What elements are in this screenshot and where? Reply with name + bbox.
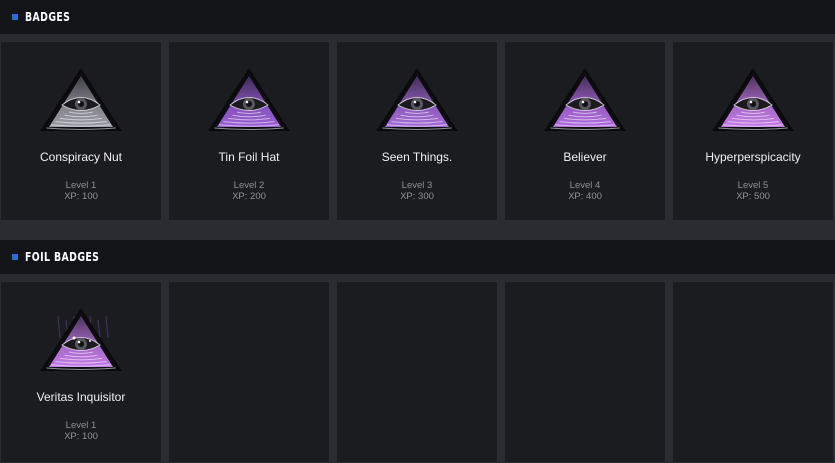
foil-badges-header: FOIL BADGES xyxy=(0,240,835,274)
badge-level: Level 3 xyxy=(401,180,433,191)
foil-badge-card-veritas-inquisitor[interactable]: Veritas Inquisitor Level 1 XP: 100 xyxy=(1,282,161,462)
badge-xp: XP: 400 xyxy=(568,191,602,202)
badge-xp: XP: 100 xyxy=(64,431,98,442)
badge-card-seen-things[interactable]: Seen Things. Level 3 XP: 300 xyxy=(337,42,497,220)
empty-badge-slot xyxy=(505,282,665,462)
empty-badge-slot xyxy=(337,282,497,462)
all-seeing-eye-pyramid-icon xyxy=(544,68,626,134)
badge-level: Level 5 xyxy=(737,180,769,191)
badge-xp: XP: 200 xyxy=(232,191,266,202)
badge-card-tin-foil-hat[interactable]: Tin Foil Hat Level 2 XP: 200 xyxy=(169,42,329,220)
foil-badges-section: FOIL BADGES Veritas Inquisitor Level 1 X… xyxy=(0,240,835,462)
badge-card-conspiracy-nut[interactable]: Conspiracy Nut Level 1 XP: 100 xyxy=(1,42,161,220)
badge-level: Level 2 xyxy=(233,180,265,191)
badge-name: Tin Foil Hat xyxy=(218,150,280,164)
badge-name: Veritas Inquisitor xyxy=(36,390,126,404)
badge-card-believer[interactable]: Believer Level 4 XP: 400 xyxy=(505,42,665,220)
badges-grid: Conspiracy Nut Level 1 XP: 100 Tin Foil … xyxy=(0,34,835,220)
badge-name: Conspiracy Nut xyxy=(39,150,123,164)
badge-xp: XP: 100 xyxy=(64,191,98,202)
badge-card-hyperperspicacity[interactable]: Hyperperspicacity Level 5 XP: 500 xyxy=(673,42,833,220)
badge-level: Level 4 xyxy=(569,180,601,191)
all-seeing-eye-pyramid-icon xyxy=(40,308,122,374)
badge-level: Level 1 xyxy=(65,180,97,191)
badges-header: BADGES xyxy=(0,0,835,34)
section-marker xyxy=(12,14,18,20)
badges-title: BADGES xyxy=(25,10,71,24)
all-seeing-eye-pyramid-icon xyxy=(376,68,458,134)
badge-name: Believer xyxy=(563,150,607,164)
badge-xp: XP: 300 xyxy=(400,191,434,202)
badges-section: BADGES Conspiracy Nut Level 1 XP: 100 Ti… xyxy=(0,0,835,220)
empty-badge-slot xyxy=(673,282,833,462)
badge-name: Seen Things. xyxy=(381,150,453,164)
badge-name: Hyperperspicacity xyxy=(705,150,801,164)
all-seeing-eye-pyramid-icon xyxy=(712,68,794,134)
badge-level: Level 1 xyxy=(65,420,97,431)
foil-badges-title: FOIL BADGES xyxy=(25,250,100,264)
section-marker xyxy=(12,254,18,260)
foil-badges-grid: Veritas Inquisitor Level 1 XP: 100 xyxy=(0,274,835,462)
all-seeing-eye-pyramid-icon xyxy=(40,68,122,134)
empty-badge-slot xyxy=(169,282,329,462)
all-seeing-eye-pyramid-icon xyxy=(208,68,290,134)
badge-xp: XP: 500 xyxy=(736,191,770,202)
